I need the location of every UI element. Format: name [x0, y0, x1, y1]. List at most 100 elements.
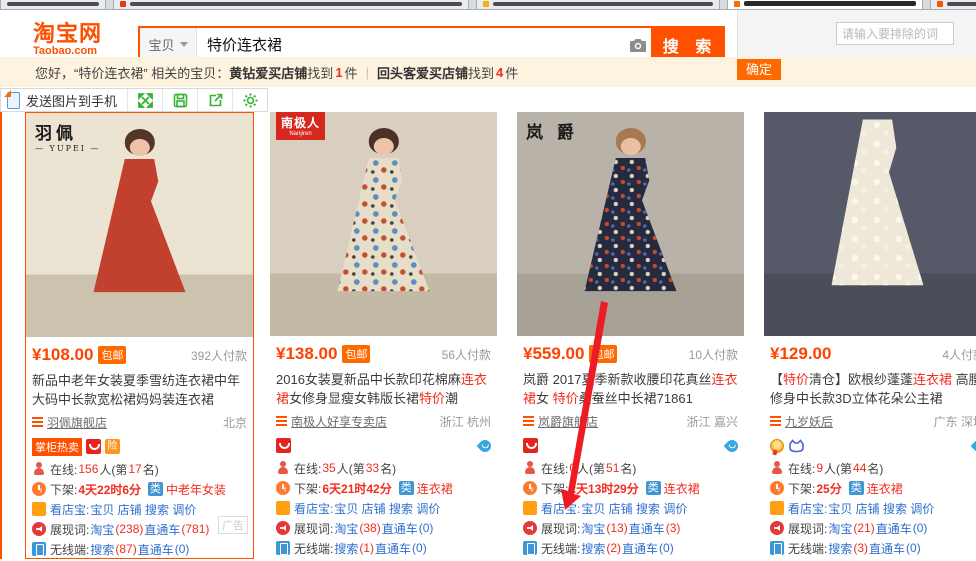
- product-title-link[interactable]: 岚爵 2017夏季新款收腰印花真丝连衣裙女 特价桑蚕丝中长裙71861: [523, 370, 738, 408]
- stat-row[interactable]: 看店宝:宝贝 店铺 搜索 调价: [523, 498, 738, 518]
- stat-row[interactable]: 在线:0人(第51名): [523, 458, 738, 478]
- stat-link[interactable]: 直通车: [869, 540, 905, 557]
- browser-tab-4[interactable]: [727, 0, 923, 10]
- product-title-link[interactable]: 2016女装夏新品中长款印花棉麻连衣裙女修身显瘦女韩版长裙特价潮: [276, 370, 491, 408]
- stat-link[interactable]: 直通车: [375, 540, 411, 557]
- stat-link[interactable]: 直通车: [382, 520, 418, 537]
- taobao-logo[interactable]: 淘宝网 Taobao.com: [33, 23, 102, 57]
- stat-row[interactable]: 在线:35人(第33名): [276, 458, 491, 478]
- stat-link[interactable]: 搜索: [90, 541, 114, 558]
- stat-text: 35: [322, 461, 335, 475]
- stat-link[interactable]: 直通车: [629, 520, 665, 537]
- browser-tab-2[interactable]: [113, 0, 469, 10]
- stat-link[interactable]: 宝贝 店铺 搜索 调价: [90, 501, 196, 518]
- stat-link[interactable]: (0): [659, 541, 674, 555]
- stat-link[interactable]: 直通车: [138, 541, 174, 558]
- send-to-phone-label[interactable]: 发送图片到手机: [20, 91, 127, 110]
- stat-link[interactable]: 搜索: [334, 540, 358, 557]
- settings-icon[interactable]: [233, 89, 267, 111]
- stat-row[interactable]: 在线:9人(第44名): [770, 458, 976, 478]
- stat-link[interactable]: 淘宝: [90, 521, 114, 538]
- stat-row[interactable]: 看店宝:宝贝 店铺 搜索 调价: [276, 498, 491, 518]
- price-row: ¥559.00包邮10人付款: [523, 343, 738, 365]
- shop-row: 南极人好享专卖店浙江 杭州: [276, 412, 491, 430]
- stat-link[interactable]: 淘宝: [334, 520, 358, 537]
- stat-link[interactable]: 直通车: [622, 540, 658, 557]
- stat-link[interactable]: 直通车: [876, 520, 912, 537]
- product-card: 南极人Nanjiren¥138.00包邮56人付款2016女装夏新品中长款印花棉…: [270, 112, 497, 559]
- model-figure: [331, 128, 435, 325]
- stat-row[interactable]: 展现词:淘宝(21) 直通车(0): [770, 518, 976, 538]
- stat-text: 在线:: [541, 460, 568, 477]
- stat-row[interactable]: 下架:4天22时6分类中老年女装: [32, 479, 247, 499]
- stat-row[interactable]: 看店宝:宝贝 店铺 搜索 调价: [32, 499, 247, 519]
- notice-text: 4: [494, 65, 505, 80]
- stat-text: 展现词:: [294, 520, 333, 537]
- stat-link[interactable]: 淘宝: [581, 520, 605, 537]
- product-image[interactable]: 南极人Nanjiren: [270, 112, 497, 336]
- notice-text: 找到: [468, 63, 494, 82]
- product-title-link[interactable]: 新品中老年女装夏季雪纺连衣裙中年大码中长款宽松裙妈妈装连衣裙: [32, 371, 247, 409]
- browser-tab-1[interactable]: [0, 0, 106, 10]
- stat-row[interactable]: 无线端:搜索(2) 直通车(0): [523, 538, 738, 558]
- image-search-camera-icon[interactable]: [629, 37, 647, 53]
- stat-text: 人(第: [99, 461, 127, 478]
- stat-link[interactable]: (0): [419, 521, 434, 535]
- title-text: 桑蚕丝中长裙71861: [579, 391, 693, 406]
- stat-link[interactable]: 淘宝: [828, 520, 852, 537]
- stat-link[interactable]: (0): [412, 541, 427, 555]
- product-image[interactable]: 岚 爵: [517, 112, 744, 336]
- stat-link[interactable]: 宝贝 店铺 搜索 调价: [828, 500, 934, 517]
- product-title-link[interactable]: 【特价清仓】欧根纱蓬蓬连衣裙 高腰修身中长款3D立体花朵公主裙: [770, 370, 976, 408]
- stat-link[interactable]: 看店宝:: [50, 501, 89, 518]
- stat-row[interactable]: 展现词:淘宝(38) 直通车(0): [276, 518, 491, 538]
- stat-row[interactable]: 无线端:搜索(3) 直通车(0): [770, 538, 976, 558]
- shop-list-icon: [276, 416, 287, 426]
- stat-text: 无线端:: [50, 541, 89, 558]
- gold-medal-icon: [770, 439, 784, 453]
- stat-row[interactable]: 展现词:淘宝(238) 直通车(781): [32, 519, 247, 539]
- person-icon: [770, 461, 784, 475]
- stat-link[interactable]: 看店宝:: [788, 500, 827, 517]
- stat-text: (2): [606, 541, 621, 555]
- stat-text: 无线端:: [788, 540, 827, 557]
- stat-row[interactable]: 展现词:淘宝(13) 直通车(3): [523, 518, 738, 538]
- stat-link[interactable]: 搜索: [828, 540, 852, 557]
- shop-name-link[interactable]: 九岁妖后: [785, 413, 833, 430]
- shop-name-link[interactable]: 羽佩旗舰店: [47, 414, 107, 431]
- tab-title-bar: [947, 2, 976, 6]
- stat-link[interactable]: (0): [906, 541, 921, 555]
- shop-name-link[interactable]: 南极人好享专卖店: [291, 413, 387, 430]
- stat-link[interactable]: (0): [913, 521, 928, 535]
- stat-row[interactable]: 下架:2天13时29分类连衣裙: [523, 478, 738, 498]
- save-icon[interactable]: [163, 89, 197, 111]
- stat-link[interactable]: (0): [175, 542, 190, 556]
- stat-text: (21): [853, 521, 874, 535]
- shop-name-link[interactable]: 岚爵旗舰店: [538, 413, 598, 430]
- stat-row[interactable]: 无线端:搜索(1) 直通车(0): [276, 538, 491, 558]
- product-image[interactable]: 羽佩— YUPEI —: [26, 113, 253, 337]
- notice-text: 件: [505, 63, 518, 82]
- product-image[interactable]: [764, 112, 976, 336]
- share-icon[interactable]: [198, 89, 232, 111]
- stat-row[interactable]: 无线端:搜索(87) 直通车(0): [32, 539, 247, 559]
- confirm-button[interactable]: 确定: [737, 59, 781, 80]
- exclude-input[interactable]: [836, 22, 954, 45]
- person-icon: [276, 461, 290, 475]
- stat-text: 名): [143, 461, 159, 478]
- expand-icon[interactable]: [128, 89, 162, 111]
- stat-link[interactable]: 看店宝:: [294, 500, 333, 517]
- stat-row[interactable]: 下架:25分类连衣裙: [770, 478, 976, 498]
- stat-row[interactable]: 下架:6天21时42分类连衣裙: [276, 478, 491, 498]
- stat-text: 下架:: [788, 480, 815, 497]
- stat-row[interactable]: 在线:156人(第17名): [32, 459, 247, 479]
- browser-tab-3[interactable]: [476, 0, 720, 10]
- stat-row[interactable]: 看店宝:宝贝 店铺 搜索 调价: [770, 498, 976, 518]
- stat-link[interactable]: 看店宝:: [541, 500, 580, 517]
- stat-link[interactable]: 直通车: [144, 521, 180, 538]
- stat-link[interactable]: 宝贝 店铺 搜索 调价: [581, 500, 687, 517]
- notice-text: 您好，“特价连衣裙” 相关的宝贝：: [35, 63, 229, 82]
- stat-link[interactable]: 搜索: [581, 540, 605, 557]
- stat-link[interactable]: 宝贝 店铺 搜索 调价: [334, 500, 440, 517]
- browser-tab-5[interactable]: [930, 0, 976, 10]
